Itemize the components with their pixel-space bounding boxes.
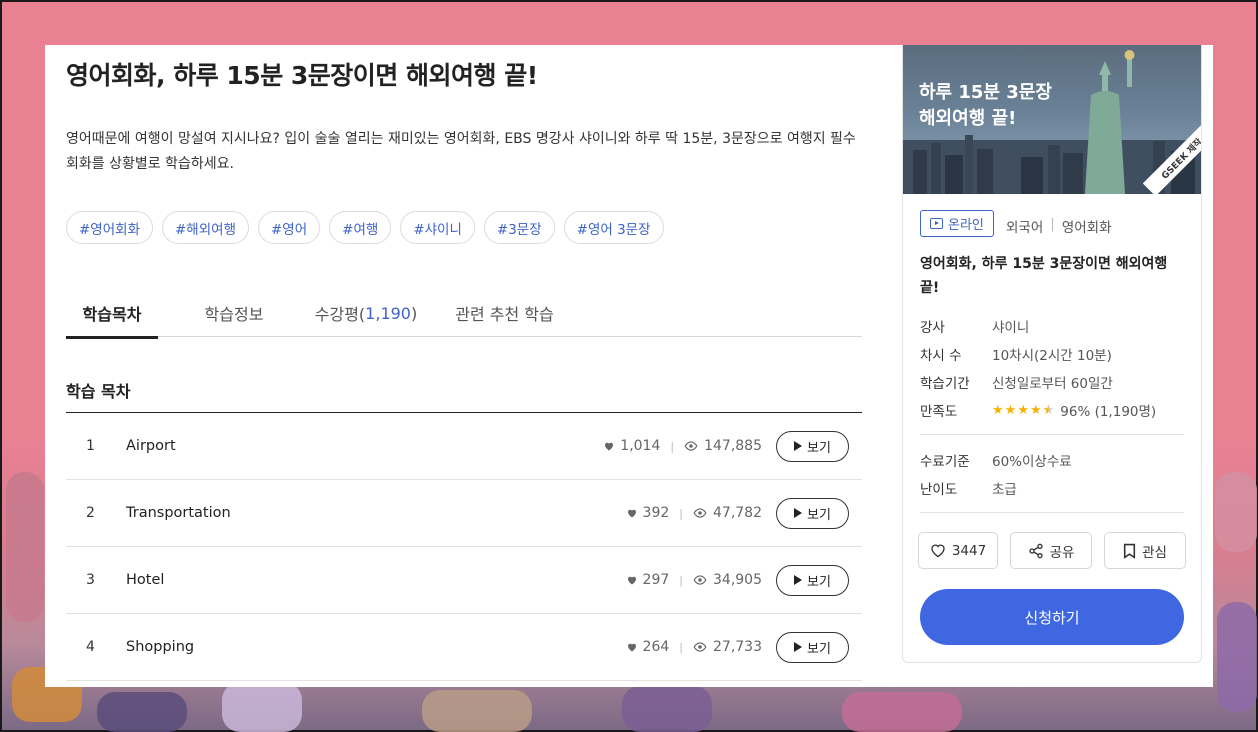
toc-row: 1 Airport 1,014 | 147,885 보기 [66, 413, 862, 480]
toc-row: 2 Transportation 392 | 47,782 보기 [66, 480, 862, 547]
like-count: 264 [642, 639, 670, 655]
apply-button[interactable]: 신청하기 [920, 589, 1184, 645]
share-icon [1028, 543, 1043, 558]
thumbnail-caption: 하루 15분 3문장 해외여행 끝! [919, 82, 1052, 129]
tag-chip[interactable]: #여행 [329, 211, 392, 244]
heart-icon [627, 509, 636, 518]
eye-icon [693, 508, 707, 518]
decor-block [1217, 602, 1257, 712]
tab-info[interactable]: 학습정보 [158, 289, 310, 337]
tag-chip[interactable]: #영어회화 [66, 211, 153, 244]
video-icon [930, 218, 943, 229]
star-icon: ★ [1017, 402, 1029, 418]
info-row-completion: 수료기준 60%이상수료 [920, 454, 1072, 470]
decor-block [842, 692, 962, 732]
toc-row: 4 Shopping 264 | 27,733 보기 [66, 614, 862, 681]
info-row-period: 학습기간 신청일로부터 60일간 [920, 376, 1113, 392]
course-description: 영어때문에 여행이 망설여 지시나요? 입이 술술 열리는 재미있는 영어회화,… [66, 131, 856, 172]
heart-icon [605, 442, 614, 451]
summary-title: 영어회화, 하루 15분 3문장이면 해외여행 끝! [920, 256, 1168, 296]
tag-chip[interactable]: #해외여행 [162, 211, 249, 244]
toc-stats: 392 | 47,782 [626, 505, 762, 521]
toc-lesson-name: Shopping [126, 639, 195, 655]
view-count: 147,885 [704, 438, 762, 454]
heart-icon [627, 643, 636, 652]
toc-stats: 297 | 34,905 [626, 572, 762, 588]
play-icon [794, 642, 803, 652]
divider: | [679, 640, 683, 654]
divider [920, 434, 1184, 435]
play-icon [794, 508, 803, 518]
tab-bar: 학습목차 학습정보 수강평(1,190) 관련 추천 학습 [66, 289, 862, 339]
bookmark-button[interactable]: 관심 [1104, 532, 1186, 569]
decor-block [97, 692, 187, 732]
play-icon [794, 575, 803, 585]
info-row-lessons: 차시 수 10차시(2시간 10분) [920, 348, 1112, 364]
toc-number: 3 [86, 572, 95, 588]
view-button[interactable]: 보기 [776, 497, 849, 529]
view-count: 27,733 [713, 639, 762, 655]
toc-number: 4 [86, 639, 95, 655]
like-count: 392 [642, 505, 670, 521]
tag-chip[interactable]: #3문장 [483, 211, 555, 244]
tab-toc[interactable]: 학습목차 [66, 289, 158, 339]
decor-block [6, 472, 44, 622]
eye-icon [693, 642, 707, 652]
tab-recommended[interactable]: 관련 추천 학습 [422, 289, 587, 337]
tag-chip[interactable]: #영어 [258, 211, 321, 244]
view-count: 34,905 [713, 572, 762, 588]
heart-outline-icon [931, 544, 945, 558]
toc-lesson-name: Airport [126, 438, 176, 454]
play-icon [794, 441, 803, 451]
like-button[interactable]: 3447 [918, 532, 998, 569]
toc-number: 1 [86, 438, 95, 454]
eye-icon [684, 441, 698, 451]
divider: | [679, 506, 683, 520]
bookmark-icon [1123, 543, 1136, 559]
info-row-difficulty: 난이도 초급 [920, 482, 1017, 498]
decor-block [622, 686, 712, 732]
heart-icon [627, 576, 636, 585]
tab-reviews[interactable]: 수강평(1,190) [310, 289, 422, 337]
toc-heading: 학습 목차 [66, 382, 131, 401]
info-row-satisfaction: 만족도 ★ ★ ★ ★ ★ 96% (1,190명) [920, 402, 1157, 421]
view-button[interactable]: 보기 [776, 430, 849, 462]
decor-block [422, 690, 532, 732]
view-button[interactable]: 보기 [776, 631, 849, 663]
decor-block [1215, 472, 1257, 552]
toc-number: 2 [86, 505, 95, 521]
star-icon: ★ [992, 402, 1004, 418]
view-button[interactable]: 보기 [776, 564, 849, 596]
course-summary-panel: 하루 15분 3문장 해외여행 끝! GSEEK 제작 온라인 외국어 | 영어… [902, 45, 1202, 663]
course-title: 영어회화, 하루 15분 3문장이면 해외여행 끝! [66, 61, 538, 90]
decor-block [222, 682, 302, 732]
toc-list: 1 Airport 1,014 | 147,885 보기 2 Transport… [66, 412, 862, 681]
star-icon: ★ [1029, 402, 1042, 418]
eye-icon [693, 575, 707, 585]
tag-list: #영어회화 #해외여행 #영어 #여행 #샤이니 #3문장 #영어 3문장 [66, 211, 664, 244]
course-detail-card: 영어회화, 하루 15분 3문장이면 해외여행 끝! 영어때문에 여행이 망설여… [45, 45, 1213, 687]
like-count: 1,014 [620, 438, 661, 454]
toc-stats: 264 | 27,733 [626, 639, 762, 655]
divider: | [679, 573, 683, 587]
rating-stars: ★ ★ ★ ★ ★ [992, 403, 1054, 418]
divider [920, 512, 1184, 513]
toc-lesson-name: Transportation [126, 505, 231, 521]
view-count: 47,782 [713, 505, 762, 521]
like-count: 297 [642, 572, 670, 588]
info-row-instructor: 강사 샤이니 [920, 320, 1030, 336]
star-icon: ★ [1004, 402, 1017, 418]
share-button[interactable]: 공유 [1010, 532, 1092, 569]
divider: | [670, 439, 675, 453]
category-breadcrumb: 외국어 | 영어회화 [1006, 216, 1112, 236]
star-half-icon: ★ [1042, 402, 1055, 418]
toc-row: 3 Hotel 297 | 34,905 보기 [66, 547, 862, 614]
toc-stats: 1,014 | 147,885 [603, 438, 762, 454]
toc-lesson-name: Hotel [126, 572, 165, 588]
course-thumbnail: 하루 15분 3문장 해외여행 끝! GSEEK 제작 [903, 45, 1201, 194]
tag-chip[interactable]: #영어 3문장 [563, 211, 664, 244]
online-badge: 온라인 [920, 210, 994, 237]
tag-chip[interactable]: #샤이니 [400, 211, 475, 244]
